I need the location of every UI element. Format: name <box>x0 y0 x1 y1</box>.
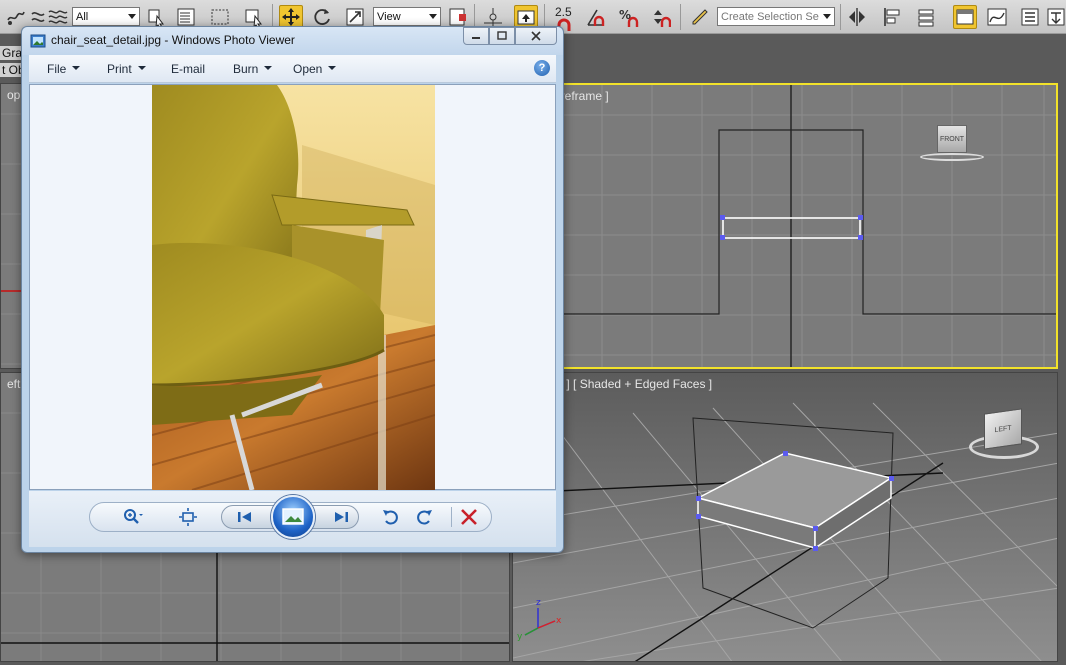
edit-named-selection-icon[interactable] <box>688 5 712 29</box>
persp-axis-x-label: x <box>556 616 562 626</box>
named-selection-input[interactable]: Create Selection Se <box>717 7 835 26</box>
selection-filter-dropdown[interactable]: All <box>72 7 140 26</box>
previous-icon <box>238 512 251 522</box>
front-viewport[interactable]: x nt ] [ Wireframe ] FRONT <box>512 83 1058 369</box>
menu-print[interactable]: Print <box>107 62 146 76</box>
percent-snap-icon[interactable]: % <box>616 5 640 29</box>
front-viewcube[interactable]: FRONT <box>920 125 984 161</box>
chevron-down-icon <box>137 65 146 70</box>
chevron-down-icon <box>328 65 337 70</box>
menu-open[interactable]: Open <box>293 62 337 76</box>
rotate-counterclockwise-button[interactable] <box>380 506 402 528</box>
close-icon <box>531 31 541 41</box>
mirror-icon[interactable] <box>845 5 869 29</box>
close-button[interactable] <box>515 27 557 45</box>
restore-icon <box>497 31 507 40</box>
chevron-down-icon <box>72 65 81 70</box>
spinner-snap-icon[interactable] <box>648 5 672 29</box>
slideshow-icon <box>282 508 304 525</box>
next-icon <box>335 512 348 522</box>
menu-burn[interactable]: Burn <box>233 62 273 76</box>
slideshow-button[interactable] <box>271 495 315 539</box>
selection-filter-value: All <box>76 10 89 23</box>
persp-axis-z-label: z <box>536 598 541 608</box>
chevron-down-icon <box>264 65 273 70</box>
photo-viewer-titlebar[interactable]: chair_seat_detail.jpg - Windows Photo Vi… <box>22 27 563 55</box>
menu-email-label: E-mail <box>171 62 206 76</box>
zoom-button[interactable] <box>121 506 143 528</box>
align-icon[interactable] <box>880 5 904 29</box>
next-button[interactable] <box>330 506 352 528</box>
photo-viewer-title: chair_seat_detail.jpg - Windows Photo Vi… <box>51 33 295 47</box>
menu-file-label: File <box>47 62 67 76</box>
previous-button[interactable] <box>234 506 256 528</box>
schematic-view-icon[interactable] <box>1018 5 1042 29</box>
rotate-counterclockwise-icon <box>383 510 398 525</box>
delete-icon <box>461 509 477 525</box>
minimize-icon <box>472 37 480 39</box>
front-viewport-grid: x <box>514 85 1056 367</box>
controls-divider <box>451 507 452 527</box>
rotate-clockwise-icon <box>417 510 432 525</box>
rotate-clockwise-button[interactable] <box>413 506 435 528</box>
graphite-ribbon-icon[interactable] <box>953 5 977 29</box>
zoom-icon <box>124 509 143 524</box>
menu-file[interactable]: File <box>47 62 81 76</box>
angle-snap-icon[interactable] <box>584 5 608 29</box>
minimize-button[interactable] <box>463 27 489 45</box>
reference-coordinate-dropdown[interactable]: View <box>373 7 441 26</box>
reference-coordinate-value: View <box>377 10 401 23</box>
layer-manager-icon[interactable] <box>914 5 938 29</box>
viewcube-front-face[interactable]: FRONT <box>937 125 967 153</box>
restore-button[interactable] <box>489 27 515 45</box>
photo-viewer-menubar: File Print E-mail Burn Open ? <box>29 55 556 83</box>
photo-canvas <box>29 84 556 490</box>
menu-print-label: Print <box>107 62 132 76</box>
perspective-viewport[interactable]: z x y spective ] [ Shaded + Edged Faces … <box>512 372 1058 662</box>
menu-open-label: Open <box>293 62 323 76</box>
window-controls <box>463 27 557 45</box>
help-icon[interactable]: ? <box>534 60 550 76</box>
menu-email[interactable]: E-mail <box>171 62 205 76</box>
fit-window-icon <box>179 508 197 526</box>
menu-burn-label: Burn <box>233 62 259 76</box>
photo-viewer-controls <box>29 491 556 547</box>
viewcube-left-face[interactable]: LEFT <box>984 408 1022 450</box>
photo-viewer-window[interactable]: chair_seat_detail.jpg - Windows Photo Vi… <box>21 26 564 553</box>
chair-photo <box>152 85 435 490</box>
named-selection-placeholder: Create Selection Se <box>721 10 819 23</box>
perspective-viewcube[interactable]: LEFT <box>969 408 1039 459</box>
photo-viewer-app-icon <box>30 33 46 49</box>
viewcube-compass-ring[interactable] <box>920 153 984 161</box>
delete-button[interactable] <box>458 506 480 528</box>
actual-size-button[interactable] <box>177 506 199 528</box>
material-editor-icon[interactable] <box>1044 5 1066 29</box>
curve-editor-icon[interactable] <box>985 5 1009 29</box>
persp-axis-y-label: y <box>517 632 523 642</box>
